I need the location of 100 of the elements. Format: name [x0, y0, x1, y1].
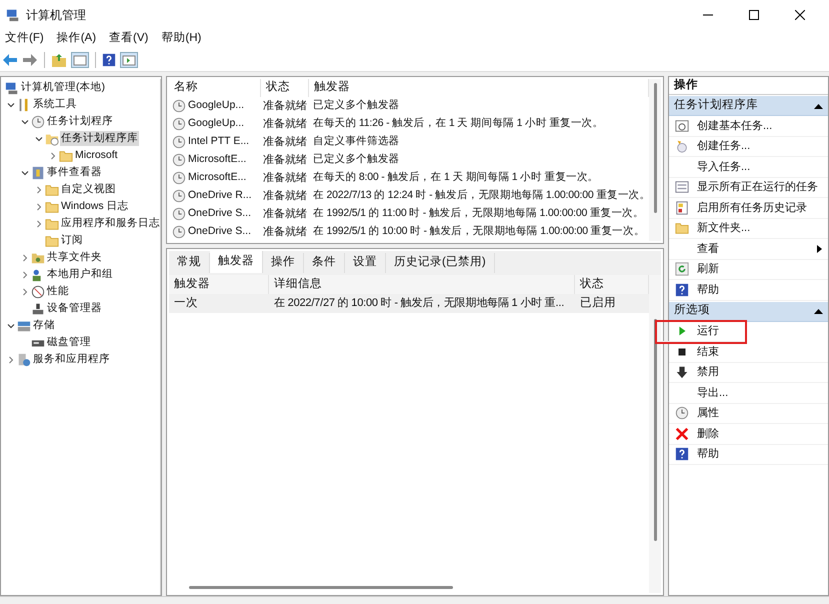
tree-item[interactable]: 应用程序和服务日志	[60, 216, 160, 232]
action-item[interactable]: 导出...	[669, 383, 828, 404]
task-status: 准备就绪	[262, 116, 308, 132]
clock-icon	[172, 99, 186, 113]
task-name[interactable]: MicrosoftE...	[188, 170, 246, 186]
action-item[interactable]: 结束	[669, 342, 828, 362]
action-item[interactable]: 属性	[669, 404, 828, 424]
task-name[interactable]: OneDrive R...	[188, 188, 252, 204]
tree-item[interactable]: 任务计划程序	[46, 114, 114, 130]
task-status: 准备就绪	[262, 224, 308, 240]
task-name[interactable]: OneDrive S...	[188, 224, 252, 240]
tree-item[interactable]: 自定义视图	[60, 182, 117, 198]
delete-icon	[675, 426, 689, 441]
tree-item[interactable]: 事件查看器	[46, 164, 103, 180]
task-name[interactable]: Intel PTT E...	[188, 134, 250, 150]
action-item[interactable]: 帮助	[669, 444, 828, 465]
collapse-icon[interactable]	[814, 102, 823, 108]
task-name[interactable]: MicrosoftE...	[188, 152, 246, 168]
scrollbar[interactable]	[649, 275, 661, 593]
tree-item[interactable]: 性能	[46, 284, 70, 300]
action-item[interactable]: 显示所有正在运行的任务	[669, 178, 828, 198]
folder-icon	[45, 234, 59, 248]
action-item[interactable]: 查看	[669, 239, 828, 260]
storage-icon	[17, 318, 31, 332]
table-cell-text: 在 2022/7/27 的 10:00 时 - 触发后，无限期地每隔 1 小时 重...	[273, 296, 566, 312]
task-status: 准备就绪	[262, 188, 308, 204]
action-item[interactable]: 创建基本任务...	[669, 116, 828, 136]
action-pane-icon[interactable]	[120, 52, 138, 68]
scrollbar[interactable]	[649, 79, 661, 241]
refresh-icon	[675, 262, 689, 276]
task-trigger: 自定义事件筛选器	[312, 134, 400, 150]
column-header[interactable]: 名称	[169, 79, 261, 97]
menu-item[interactable]: 查看(V)	[109, 30, 148, 48]
tree-item[interactable]: 计算机管理(本地)	[20, 80, 106, 96]
log-icon	[675, 200, 689, 215]
action-item[interactable]: 刷新	[669, 260, 828, 280]
help-icon	[675, 282, 689, 297]
maximize-icon	[749, 10, 759, 20]
back-icon[interactable]	[2, 52, 18, 66]
action-item[interactable]: 创建任务...	[669, 136, 828, 157]
tree-item[interactable]: Microsoft	[74, 148, 119, 164]
action-item[interactable]: 运行	[657, 322, 745, 342]
tree-item[interactable]: 本地用户和组	[46, 266, 114, 282]
menu-item[interactable]: 操作(A)	[56, 30, 96, 48]
section-header[interactable]: 任务计划程序库	[669, 96, 828, 116]
table-cell-text: 已启用	[579, 296, 617, 311]
menu-item[interactable]: 文件(F)	[5, 30, 44, 48]
actions-header: 操作	[669, 77, 828, 95]
task-trigger: 在 1992/5/1 的 10:00 时 - 触发后，无限期地每隔 1.00:00:00 重复一次。	[312, 224, 645, 240]
tree-item[interactable]: 服务和应用程序	[32, 352, 111, 368]
tree-item[interactable]: 系统工具	[32, 96, 78, 112]
event-viewer-icon	[31, 166, 45, 180]
device-icon	[31, 302, 45, 316]
action-item[interactable]: 禁用	[669, 362, 828, 383]
clock-icon	[172, 117, 186, 131]
action-item[interactable]: 导入任务...	[669, 157, 828, 178]
console-tree-icon[interactable]	[71, 52, 89, 68]
chevron-right-icon[interactable]	[6, 354, 16, 364]
clock-icon	[172, 189, 186, 203]
tree-item[interactable]: 任务计划程序库	[60, 130, 139, 146]
action-item[interactable]: 新文件夹...	[669, 218, 828, 239]
gauge-icon	[31, 284, 45, 298]
tree-item[interactable]: 共享文件夹	[46, 250, 103, 266]
task-trigger: 在每天的 8:00 - 触发后，在 1 天 期间每隔 1 小时 重复一次。	[312, 170, 598, 186]
computer-icon	[5, 80, 19, 94]
task-status: 准备就绪	[262, 206, 308, 222]
tab[interactable]: 触发器	[210, 251, 263, 273]
folder-icon	[45, 182, 59, 196]
window-title: 计算机管理	[26, 7, 86, 24]
folder-up-icon[interactable]	[51, 52, 67, 68]
help-icon	[675, 447, 689, 462]
computer-icon	[6, 8, 20, 22]
section-header[interactable]: 所选项	[669, 302, 828, 322]
task-name[interactable]: OneDrive S...	[188, 206, 252, 222]
task-trigger: 已定义多个触发器	[312, 98, 400, 114]
action-item[interactable]: 启用所有任务历史记录	[669, 198, 828, 218]
folder-icon	[45, 216, 59, 230]
task-trigger: 在 1992/5/1 的 11:00 时 - 触发后，无限期地每隔 1.00:00:00 重复一次。	[312, 206, 644, 222]
tree-item[interactable]: 设备管理器	[46, 300, 103, 316]
task-name[interactable]: GoogleUp...	[188, 98, 244, 114]
table-cell-text: 一次	[173, 296, 199, 311]
task-status: 准备就绪	[262, 152, 308, 168]
close-icon	[795, 10, 805, 20]
task-name[interactable]: GoogleUp...	[188, 116, 244, 132]
tree-item[interactable]: 磁盘管理	[46, 334, 92, 350]
column-header[interactable]: 状态	[261, 79, 309, 97]
chevron-right-icon[interactable]	[48, 150, 58, 160]
menu-item[interactable]: 帮助(H)	[161, 30, 202, 48]
tree-item[interactable]: Windows 日志	[60, 198, 130, 214]
action-item[interactable]: 帮助	[669, 280, 828, 300]
action-item[interactable]: 删除	[669, 424, 828, 444]
tree-item[interactable]: 存储	[32, 318, 56, 334]
folder-icon	[59, 148, 73, 162]
clock-icon	[31, 114, 45, 128]
clock-icon	[172, 153, 186, 167]
tree-item[interactable]: 订阅	[60, 232, 84, 248]
task-status: 准备就绪	[262, 170, 308, 186]
forward-icon[interactable]	[22, 52, 38, 66]
collapse-icon[interactable]	[814, 308, 823, 314]
clock-icon	[172, 171, 186, 185]
